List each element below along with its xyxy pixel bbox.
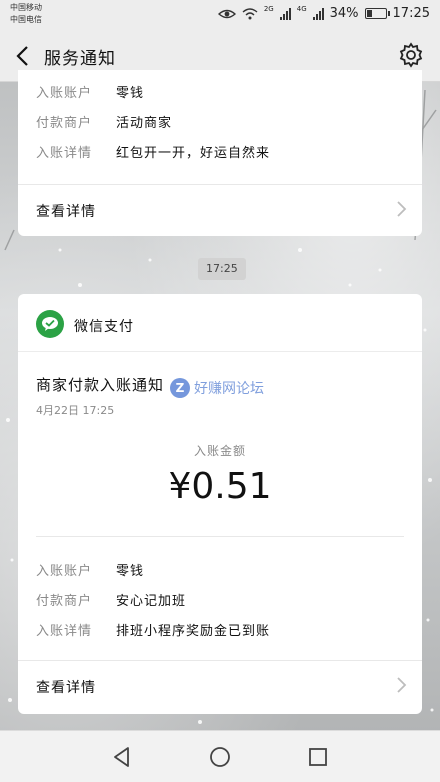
- notice-title: 商家付款入账通知: [36, 376, 165, 394]
- detail-value: 安心记加班: [116, 594, 187, 609]
- divider: [36, 536, 404, 537]
- status-icons: 2G 4G 34% 17:25: [217, 5, 430, 21]
- network-type-2: 4G: [296, 5, 307, 13]
- network-type-1: 2G: [263, 5, 274, 13]
- battery-fill: [366, 10, 373, 17]
- amount-value: ¥0.51: [168, 466, 272, 507]
- detail-row: 入账账户 零钱: [36, 82, 144, 101]
- detail-row: 入账账户 零钱: [36, 560, 144, 579]
- gear-icon[interactable]: [398, 42, 424, 68]
- brand-name: 微信支付: [74, 319, 134, 335]
- watermark-text: 好赚网论坛: [194, 381, 264, 397]
- carrier-2: 中国电信: [10, 15, 42, 24]
- detail-value: 活动商家: [116, 116, 173, 131]
- system-navigation-bar: [0, 730, 440, 782]
- forum-watermark: Z 好赚网论坛: [170, 378, 264, 398]
- card-header: 微信支付: [18, 294, 422, 352]
- detail-row: 付款商户 活动商家: [36, 112, 172, 131]
- view-details-link[interactable]: 查看详情: [18, 185, 422, 235]
- view-details-label: 查看详情: [36, 204, 96, 220]
- status-bar: 中国移动 中国电信 2G 4G 34% 17:25: [0, 0, 440, 30]
- detail-row: 入账详情 红包开一开，好运自然来: [36, 142, 270, 161]
- notice-time: 4月22日 17:25: [36, 404, 115, 417]
- message-timestamp: 17:25: [198, 258, 246, 280]
- detail-key: 入账详情: [36, 146, 93, 161]
- chevron-right-icon: [397, 677, 407, 693]
- notification-card-previous: 入账账户 零钱 付款商户 活动商家 入账详情 红包开一开，好运自然来 查看详情: [18, 70, 422, 236]
- view-details-label: 查看详情: [36, 680, 96, 696]
- back-arrow-icon[interactable]: [10, 42, 36, 70]
- carrier-1: 中国移动: [10, 3, 42, 12]
- amount-label: 入账金额: [193, 444, 246, 458]
- detail-key: 入账详情: [36, 624, 93, 639]
- detail-row: 入账详情 排班小程序奖励金已到账: [36, 620, 270, 639]
- detail-key: 入账账户: [36, 564, 93, 579]
- detail-value: 红包开一开，好运自然来: [116, 146, 271, 161]
- battery-icon: [364, 8, 390, 19]
- signal-icon-1: [279, 7, 291, 20]
- page-title: 服务通知: [44, 49, 116, 69]
- signal-icon-2: [312, 7, 324, 20]
- status-time: 17:25: [392, 6, 430, 21]
- detail-key: 付款商户: [36, 594, 93, 609]
- home-circle-icon[interactable]: [208, 745, 232, 769]
- battery-percent: 34%: [329, 6, 359, 21]
- watermark-logo-icon: Z: [170, 378, 190, 398]
- detail-row: 付款商户 安心记加班: [36, 590, 186, 609]
- wechat-pay-icon: [36, 310, 64, 338]
- notification-card[interactable]: 微信支付 商家付款入账通知 4月22日 17:25 Z 好赚网论坛 入账金额 ¥…: [18, 294, 422, 714]
- carrier-info: 中国移动 中国电信: [10, 2, 42, 26]
- recent-apps-icon[interactable]: [306, 745, 330, 769]
- wifi-icon: [242, 7, 258, 19]
- detail-value: 排班小程序奖励金已到账: [116, 624, 271, 639]
- chevron-right-icon: [397, 201, 407, 217]
- detail-value: 零钱: [116, 86, 145, 101]
- detail-value: 零钱: [116, 564, 145, 579]
- detail-key: 付款商户: [36, 116, 93, 131]
- view-details-link[interactable]: 查看详情: [18, 661, 422, 711]
- back-triangle-icon[interactable]: [110, 745, 134, 769]
- eye-icon: [217, 9, 236, 18]
- detail-key: 入账账户: [36, 86, 93, 101]
